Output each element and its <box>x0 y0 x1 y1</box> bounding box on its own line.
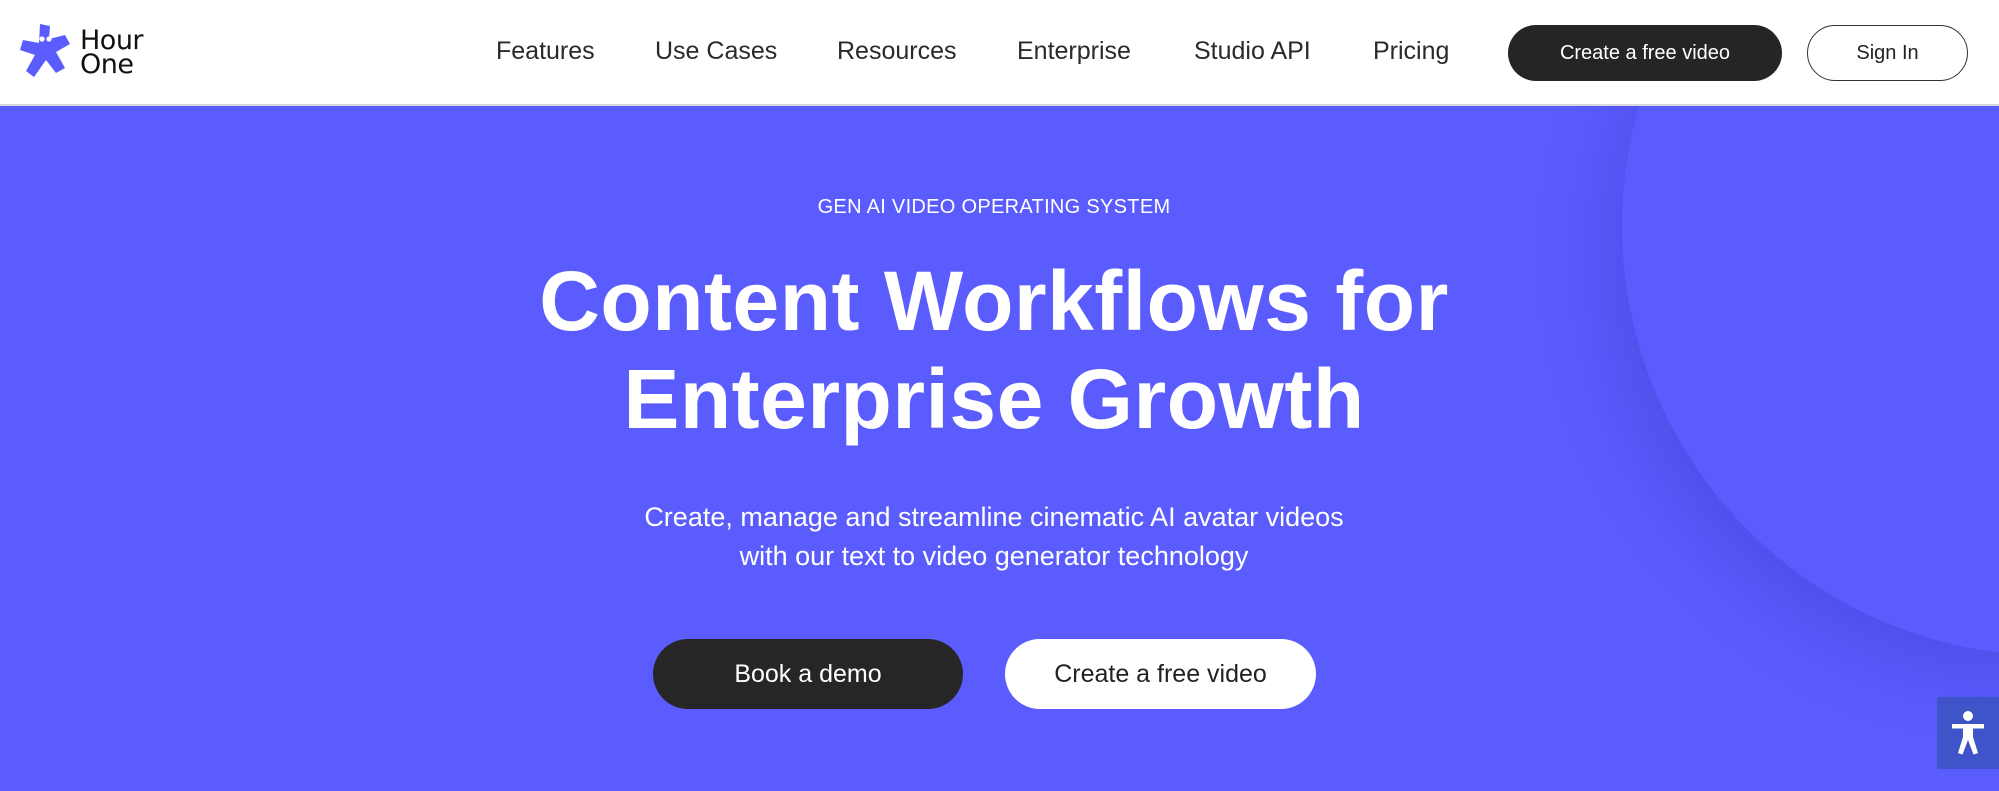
nav-item-features[interactable]: Features <box>496 37 595 66</box>
site-header: Hour One Features Use Cases Resources En… <box>0 0 1999 106</box>
hero-headline-line2: Enterprise Growth <box>623 352 1365 446</box>
hero-subtext: Create, manage and streamline cinematic … <box>0 498 1988 576</box>
header-create-free-video-button[interactable]: Create a free video <box>1508 25 1782 81</box>
nav-item-use-cases[interactable]: Use Cases <box>655 37 777 66</box>
hero-headline: Content Workflows for Enterprise Growth <box>0 252 1988 448</box>
hero-create-free-video-button[interactable]: Create a free video <box>1005 639 1316 709</box>
sign-in-button[interactable]: Sign In <box>1807 25 1968 81</box>
nav-item-pricing[interactable]: Pricing <box>1373 37 1449 66</box>
hero-subtext-line2: with our text to video generator technol… <box>739 541 1249 571</box>
accessibility-icon <box>1952 711 1984 755</box>
book-demo-button[interactable]: Book a demo <box>653 639 963 709</box>
hero-eyebrow: GEN AI VIDEO OPERATING SYSTEM <box>817 196 1171 218</box>
nav-item-studio-api[interactable]: Studio API <box>1194 37 1311 66</box>
hero-headline-line1: Content Workflows for <box>539 254 1449 348</box>
accessibility-button[interactable] <box>1937 697 1999 769</box>
nav-item-enterprise[interactable]: Enterprise <box>1017 37 1131 66</box>
hero-subtext-line1: Create, manage and streamline cinematic … <box>644 502 1344 532</box>
hero-section: GEN AI VIDEO OPERATING SYSTEM Content Wo… <box>0 106 1999 791</box>
nav-item-resources[interactable]: Resources <box>837 37 957 66</box>
